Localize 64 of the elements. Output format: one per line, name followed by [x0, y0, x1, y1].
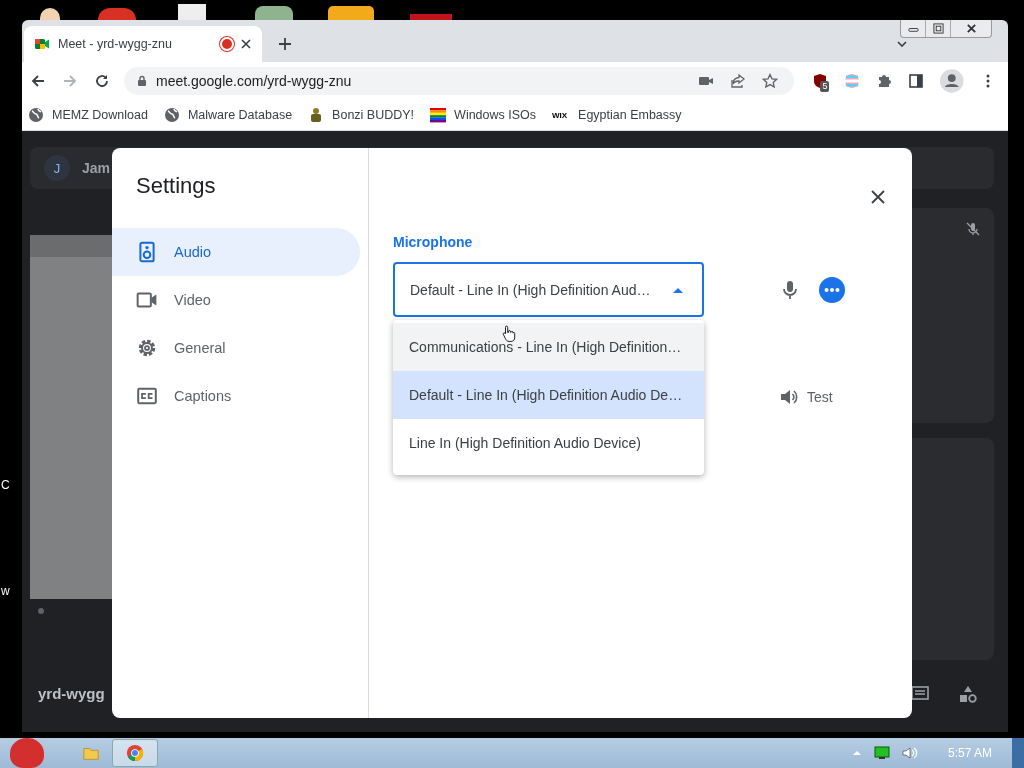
closed-captions-icon	[136, 385, 158, 407]
field-label: Microphone	[393, 234, 474, 250]
bookmark[interactable]: WIX Egyptian Embassy	[552, 108, 682, 122]
shapes-icon[interactable]	[958, 684, 978, 704]
settings-nav-item[interactable]: Video	[112, 276, 360, 324]
taskbar-app-button[interactable]	[112, 739, 158, 767]
volume-icon	[779, 387, 799, 407]
dropdown-option[interactable]: Communications - Line In (High Definition…	[393, 323, 704, 371]
participant-name: Jam	[82, 160, 111, 176]
speaker-icon	[136, 241, 158, 263]
maximize-icon	[932, 23, 944, 34]
close-icon[interactable]	[240, 38, 252, 50]
more-options-icon[interactable]	[819, 276, 845, 303]
share-icon[interactable]	[730, 73, 747, 89]
microphone-select[interactable]: Default - Line In (High Definition Aud…	[393, 262, 704, 317]
close-icon[interactable]	[870, 189, 886, 205]
dropdown-option[interactable]: Default - Line In (High Definition Audio De…	[393, 371, 704, 419]
chevron-down-icon[interactable]	[896, 38, 908, 50]
monitor-icon[interactable]	[873, 746, 890, 760]
desktop-icon-label: C	[1, 478, 10, 492]
bookmark[interactable]: Malware Database	[163, 107, 293, 123]
extension-badge: 5	[820, 81, 830, 92]
desktop-icon[interactable]	[40, 8, 60, 20]
participant-avatar: J	[44, 155, 70, 181]
puzzle-icon[interactable]	[876, 73, 893, 89]
close-icon	[965, 23, 977, 34]
globe-icon	[163, 107, 180, 123]
bookmark[interactable]: Bonzi BUDDY!	[308, 107, 415, 123]
bookmark[interactable]: MEMZ Download	[28, 107, 148, 123]
side-panel-icon[interactable]	[908, 73, 925, 89]
clock: 5:57 AM	[947, 746, 992, 760]
browser-icon	[126, 744, 144, 762]
start-button[interactable]	[10, 738, 44, 768]
reload-icon[interactable]	[94, 73, 110, 89]
desktop-icon-label: w	[1, 584, 10, 598]
meeting-code: yrd-wygg	[38, 685, 105, 702]
rainbow-flag-icon	[430, 107, 447, 123]
video-camera-icon	[34, 36, 50, 52]
address-bar[interactable]: meet.google.com/yrd-wygg-znu	[124, 67, 795, 95]
dialog-title: Settings	[136, 172, 217, 200]
profile-icon[interactable]	[940, 69, 964, 93]
favicon-text: WIX	[552, 110, 569, 120]
hand-cursor-icon	[502, 324, 516, 343]
volume-icon[interactable]	[901, 746, 918, 760]
lock-icon	[136, 75, 148, 87]
caret-icon	[673, 286, 683, 293]
settings-nav-item[interactable]: Audio	[112, 228, 360, 276]
settings-nav-item[interactable]: Captions	[112, 372, 360, 420]
extension-button[interactable]: 5	[812, 73, 829, 89]
microphone-icon	[782, 279, 798, 300]
mic-off-icon	[965, 220, 981, 238]
dot-icon	[38, 608, 44, 614]
desktop-icon[interactable]	[255, 6, 293, 20]
bookmark[interactable]: Windows ISOs	[430, 107, 537, 123]
test-speaker-button[interactable]: Test	[779, 387, 833, 407]
back-icon[interactable]	[30, 73, 46, 89]
dropdown-option[interactable]: Line In (High Definition Audio Device)	[393, 419, 704, 467]
browser-tab[interactable]: Meet - yrd-wygg-znu	[24, 26, 262, 62]
settings-icon	[136, 337, 158, 359]
video-camera-icon	[136, 289, 158, 311]
star-icon[interactable]	[762, 73, 779, 89]
new-tab-icon[interactable]	[278, 37, 292, 51]
globe-icon	[28, 107, 44, 123]
settings-nav-item[interactable]: General	[112, 324, 360, 372]
